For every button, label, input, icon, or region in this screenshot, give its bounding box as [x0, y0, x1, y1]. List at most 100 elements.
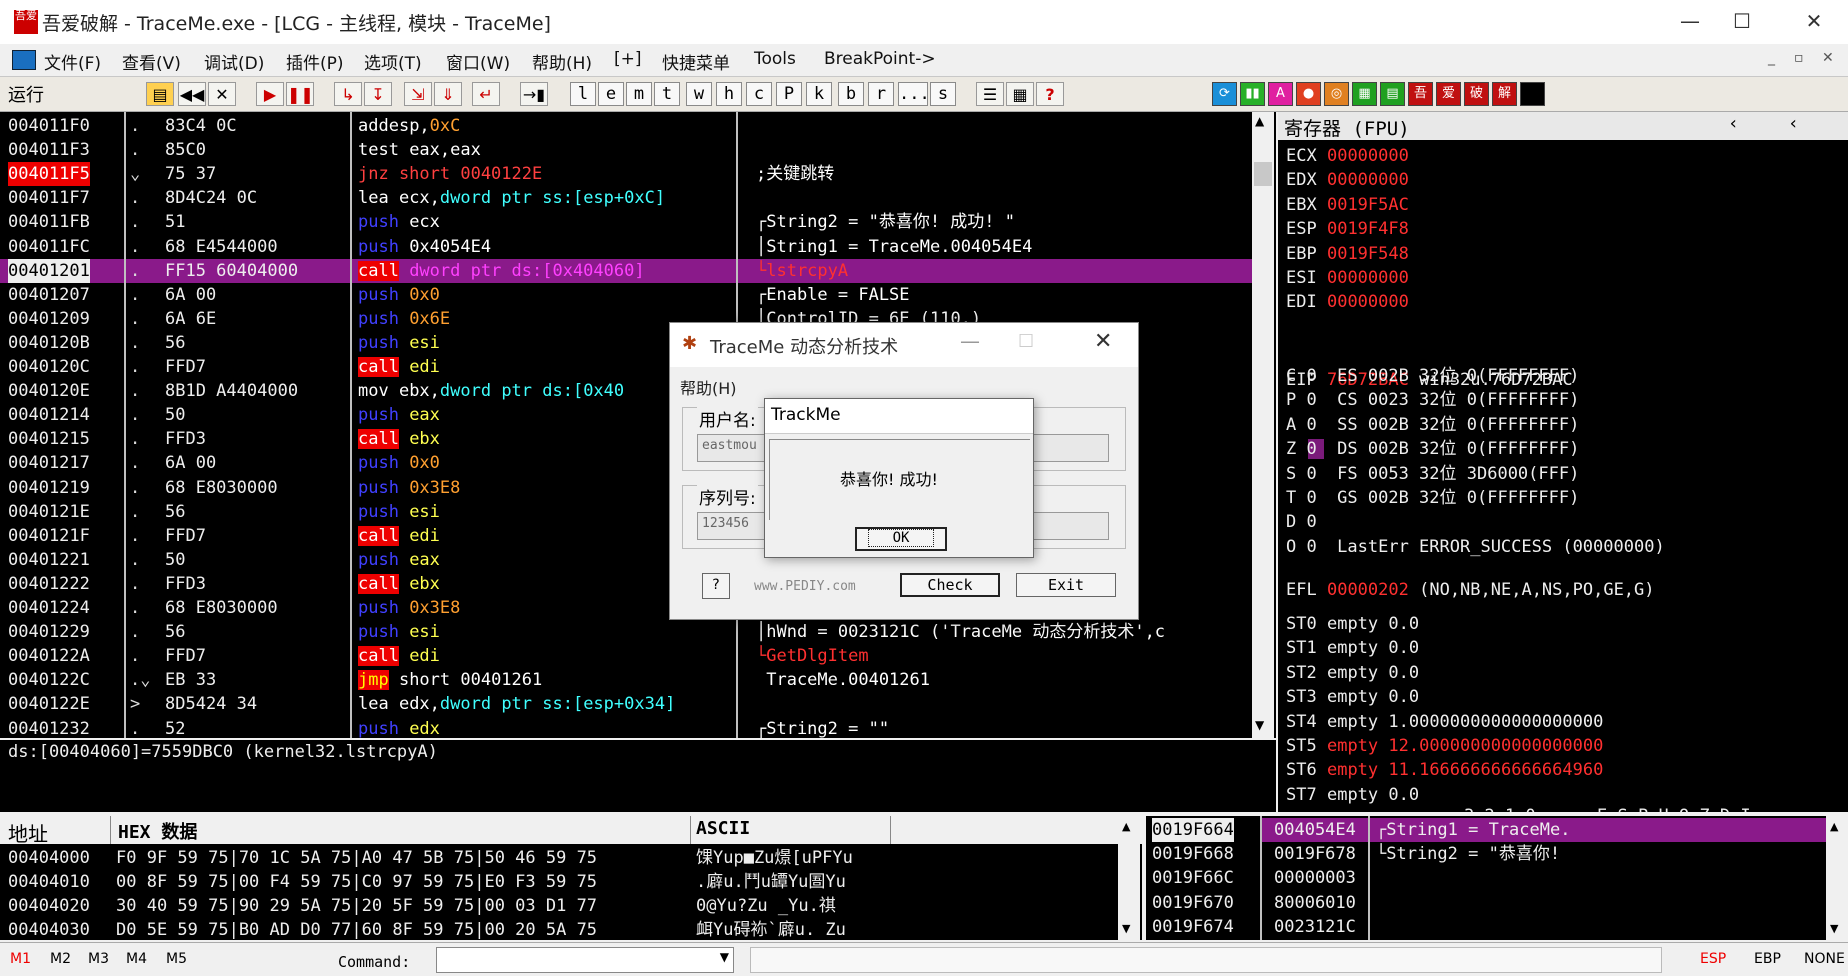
chevron-left-icon[interactable]: ‹	[1788, 113, 1799, 134]
close-button[interactable]: ✕	[1796, 6, 1832, 36]
execute-till-return-icon[interactable]: ↵	[472, 82, 500, 106]
flag-row[interactable]: P 0 CS 0023 32位 0(FFFFFFFF)	[1286, 388, 1579, 412]
disasm-row[interactable]: 004011FB. 51 push ecx ┌String2 = "恭喜你! 成功! …	[0, 210, 1252, 234]
register-row[interactable]: EDI 00000000	[1286, 290, 1409, 314]
scroll-up-icon[interactable]: ▲	[1122, 820, 1130, 833]
menu-window[interactable]: 窗口(W)	[446, 49, 510, 74]
flag-row[interactable]: A 0 SS 002B 32位 0(FFFFFFFF)	[1286, 413, 1579, 437]
references-button[interactable]: r	[868, 82, 894, 106]
maximize-button[interactable]: ☐	[1724, 6, 1760, 36]
disasm-row[interactable]: 00401207. 6A 00 push 0x0 ┌Enable = FALSE	[0, 283, 1252, 307]
dump-ascii[interactable]: 衈Yu碍袮`廦u. Zu	[696, 918, 846, 942]
memory-map-button[interactable]: m	[626, 82, 652, 106]
threads-button[interactable]: t	[654, 82, 680, 106]
call-stack-button[interactable]: k	[806, 82, 832, 106]
disasm-row[interactable]: 004011F3. 85C0 test eax,eax	[0, 138, 1252, 162]
scroll-down-icon[interactable]: ▼	[1830, 922, 1838, 935]
register-row[interactable]: ESP 0019F4F8	[1286, 217, 1409, 241]
ebp-option[interactable]: EBP	[1754, 951, 1781, 967]
po-icon[interactable]: 破	[1464, 82, 1489, 106]
menu-plus[interactable]: [+]	[614, 49, 642, 69]
menu-help[interactable]: 帮助(H)	[532, 49, 592, 74]
list-icon[interactable]: ☰	[976, 82, 1004, 106]
disasm-row[interactable]: 0040122C .⌄ EB 33 jmp short 00401261 TraceM…	[0, 668, 1252, 692]
trace-into-icon[interactable]: ⇲	[404, 82, 432, 106]
disasm-row[interactable]: 00401201. FF15 60404000 call dword ptr ds:…	[0, 258, 1252, 283]
scroll-thumb[interactable]	[1254, 162, 1272, 186]
windows-button[interactable]: w	[686, 82, 712, 106]
fpu-row[interactable]: ST7 empty 0.0	[1286, 783, 1419, 807]
target-icon[interactable]: ◎	[1324, 82, 1349, 106]
executable-modules-button[interactable]: e	[598, 82, 624, 106]
scroll-down-icon[interactable]: ▼	[1255, 718, 1264, 732]
disasm-row[interactable]: 004011F7. 8D4C24 0C lea ecx,dword ptr ss:[…	[0, 186, 1252, 210]
dump-scrollbar[interactable]: ▲ ▼	[1118, 816, 1140, 940]
fpu-row[interactable]: ST5 empty 12.000000000000000000	[1286, 734, 1603, 758]
register-row[interactable]: ESI 00000000	[1286, 266, 1409, 290]
cpu-button[interactable]: c	[746, 82, 772, 106]
help-button[interactable]: ?	[702, 573, 730, 599]
dump-addr[interactable]: 00404030	[8, 918, 90, 942]
stack-address[interactable]: 0019F664	[1152, 818, 1234, 842]
column-divider[interactable]	[124, 112, 126, 738]
breakpoints-button[interactable]: b	[838, 82, 864, 106]
dump-ascii[interactable]: 0@Yu?Zu _Yu.祺	[696, 894, 836, 918]
fpu-row[interactable]: ST1 empty 0.0	[1286, 636, 1419, 660]
flag-row[interactable]: D 0	[1286, 510, 1317, 534]
dump-hex-header[interactable]: HEX 数据	[118, 818, 197, 844]
record-icon[interactable]: ●	[1296, 82, 1321, 106]
book-icon[interactable]: ▤	[1380, 82, 1405, 106]
trace-over-icon[interactable]: ⇓	[434, 82, 462, 106]
scroll-up-icon[interactable]: ▲	[1255, 114, 1264, 128]
minimize-button[interactable]: —	[1672, 6, 1708, 36]
mdi-close-icon[interactable]: ✕	[1822, 50, 1834, 66]
none-option[interactable]: NONE	[1804, 951, 1845, 967]
dialog-minimize-button[interactable]: —	[960, 329, 980, 353]
stack-value[interactable]: 0019F678	[1274, 842, 1356, 866]
dump-addr[interactable]: 00404010	[8, 870, 90, 894]
menu-shortcut[interactable]: 快捷菜单	[662, 49, 730, 74]
chevron-down-icon[interactable]: ▼	[720, 950, 729, 964]
source-button[interactable]: s	[930, 82, 956, 106]
registers-pane[interactable]: 寄存器 (FPU) ‹ ‹ ECX 00000000 EDX 00000000 EB…	[1278, 112, 1848, 826]
run-trace-button[interactable]: ...	[898, 82, 930, 106]
menu-plugins[interactable]: 插件(P)	[286, 49, 344, 74]
patches-button[interactable]: P	[776, 82, 802, 106]
wu-icon[interactable]: 吾	[1408, 82, 1433, 106]
restart-icon[interactable]: ◀◀	[178, 82, 206, 106]
esp-option[interactable]: ESP	[1700, 951, 1726, 967]
hex-dump-pane[interactable]: 地址 HEX 数据 ASCII 00404000 F0 9F 59 75|70 1…	[0, 816, 1142, 940]
disasm-row[interactable]: 00401232. 52 push edx ┌String2 = ""	[0, 717, 1252, 741]
scroll-up-icon[interactable]: ▲	[1830, 820, 1838, 833]
chevron-left-icon[interactable]: ‹	[1728, 113, 1739, 134]
register-row[interactable]: EBX 0019F5AC	[1286, 193, 1409, 217]
step-into-icon[interactable]: ↳	[334, 82, 362, 106]
flag-row[interactable]: T 0 GS 002B 32位 0(FFFFFFFF)	[1286, 486, 1579, 510]
mdi-window-icon[interactable]	[12, 50, 36, 70]
dump-addr[interactable]: 00404020	[8, 894, 90, 918]
disasm-row[interactable]: 004011F0. 83C4 0C addesp,0xC	[0, 114, 1252, 138]
scroll-down-icon[interactable]: ▼	[1122, 922, 1130, 935]
dump-addr[interactable]: 00404000	[8, 846, 90, 870]
stack-pane[interactable]: 0019F664 004054E4 ┌String1 = TraceMe. 0019F…	[1146, 816, 1848, 940]
stack-address[interactable]: 0019F670	[1152, 891, 1234, 915]
fpu-row[interactable]: ST6 empty 11.166666666666664960	[1286, 758, 1603, 782]
dialog-close-button[interactable]: ✕	[1094, 329, 1112, 354]
stack-address[interactable]: 0019F66C	[1152, 866, 1234, 890]
flag-row[interactable]: O 0 LastErr ERROR_SUCCESS (00000000)	[1286, 535, 1665, 559]
column-divider[interactable]	[350, 112, 352, 738]
stack-scrollbar[interactable]: ▲ ▼	[1826, 816, 1848, 940]
open-file-icon[interactable]: ▤	[146, 82, 174, 106]
handles-button[interactable]: h	[716, 82, 742, 106]
grid-icon[interactable]: ▦	[1352, 82, 1377, 106]
menu-debug[interactable]: 调试(D)	[204, 49, 264, 74]
fpu-row[interactable]: ST3 empty 0.0	[1286, 685, 1419, 709]
disasm-scrollbar[interactable]: ▲ ▼	[1252, 112, 1274, 738]
disasm-row[interactable]: 004011F5 ⌄ 75 37 jnz short 0040122E ;关键跳转	[0, 162, 1252, 187]
pause-icon[interactable]: ❚❚	[286, 82, 314, 106]
log-window-button[interactable]: l	[570, 82, 596, 106]
fpu-row[interactable]: ST2 empty 0.0	[1286, 661, 1419, 685]
mdi-minimize-icon[interactable]: _	[1768, 50, 1775, 66]
menu-view[interactable]: 查看(V)	[122, 49, 181, 74]
register-row[interactable]: EBP 0019F548	[1286, 242, 1409, 266]
